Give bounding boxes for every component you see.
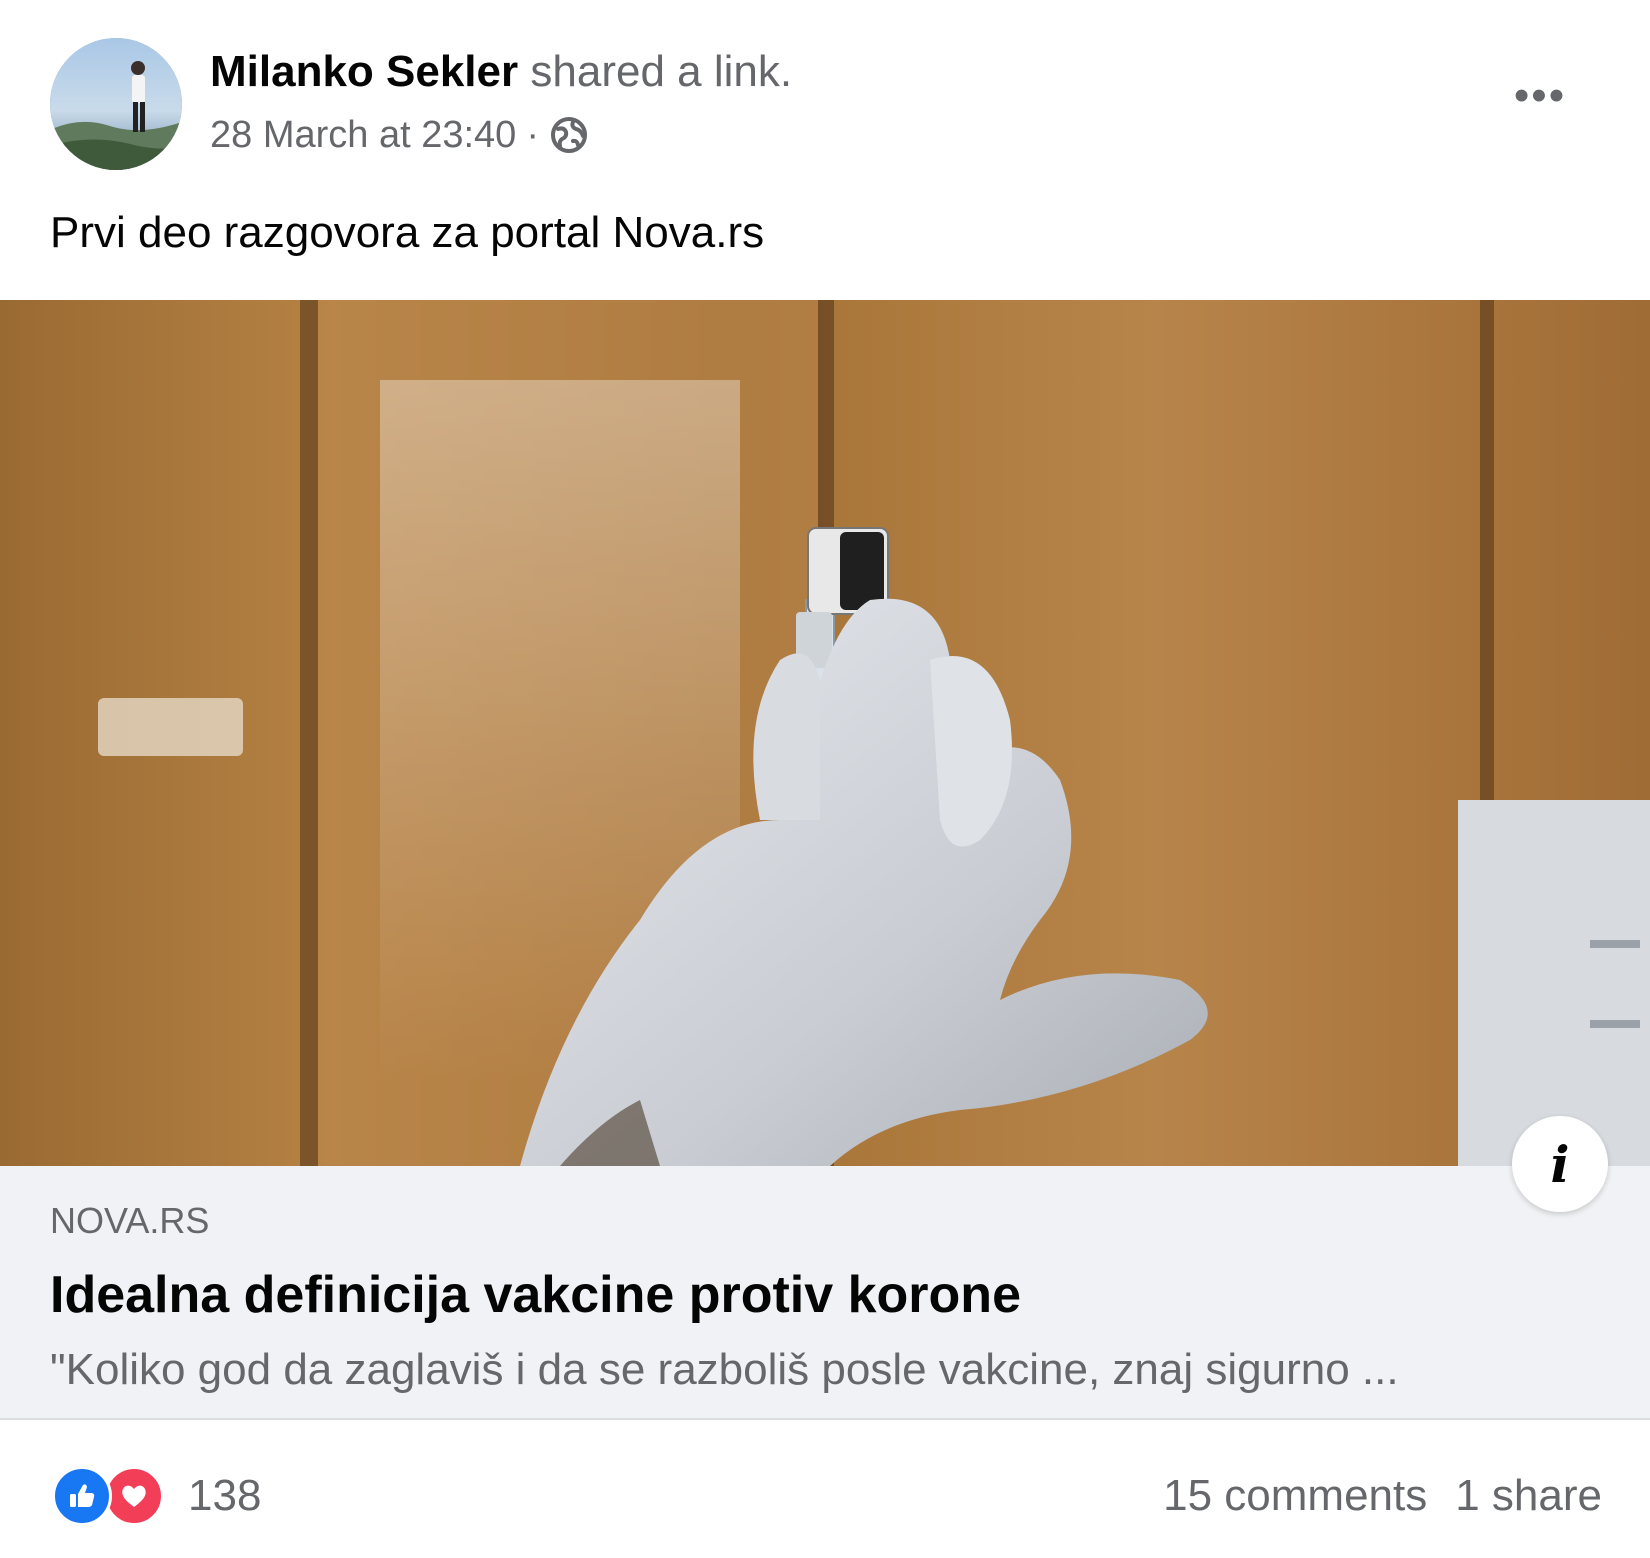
reaction-count[interactable]: 138	[188, 1468, 261, 1524]
like-icon	[52, 1466, 112, 1526]
link-description: "Koliko god da zaglaviš i da se razboliš…	[50, 1345, 1399, 1394]
globe-icon[interactable]	[549, 115, 589, 155]
info-icon[interactable]: i	[1512, 1116, 1608, 1212]
author-name[interactable]: Milanko Sekler	[210, 47, 518, 96]
reactions-summary[interactable]: 138	[52, 1464, 261, 1528]
meta-separator: ·	[526, 114, 539, 156]
avatar-photo	[50, 38, 182, 170]
vaccine-syringe-photo	[0, 300, 1650, 1166]
post-timestamp[interactable]: 28 March at 23:40	[210, 110, 516, 160]
engagement-counts: 15 comments 1 share	[1163, 1464, 1602, 1528]
shares-count[interactable]: 1 share	[1455, 1471, 1602, 1521]
link-domain: NOVA.RS	[50, 1200, 210, 1241]
post-message: Prvi deo razgovora za portal Nova.rs	[50, 208, 765, 257]
facebook-post: Milanko Sekler shared a link. 28 March a…	[0, 0, 1650, 1558]
post-action-text: shared a link.	[530, 47, 793, 96]
post-meta: 28 March at 23:40 ·	[210, 110, 589, 160]
link-title[interactable]: Idealna definicija vakcine protiv korone	[50, 1262, 1021, 1328]
author-avatar[interactable]	[50, 38, 182, 170]
comments-count[interactable]: 15 comments	[1163, 1471, 1427, 1521]
more-options-icon[interactable]: •••	[1500, 66, 1580, 126]
post-header-line: Milanko Sekler shared a link.	[210, 44, 792, 100]
link-preview-image[interactable]	[0, 300, 1650, 1166]
love-icon	[104, 1466, 164, 1526]
